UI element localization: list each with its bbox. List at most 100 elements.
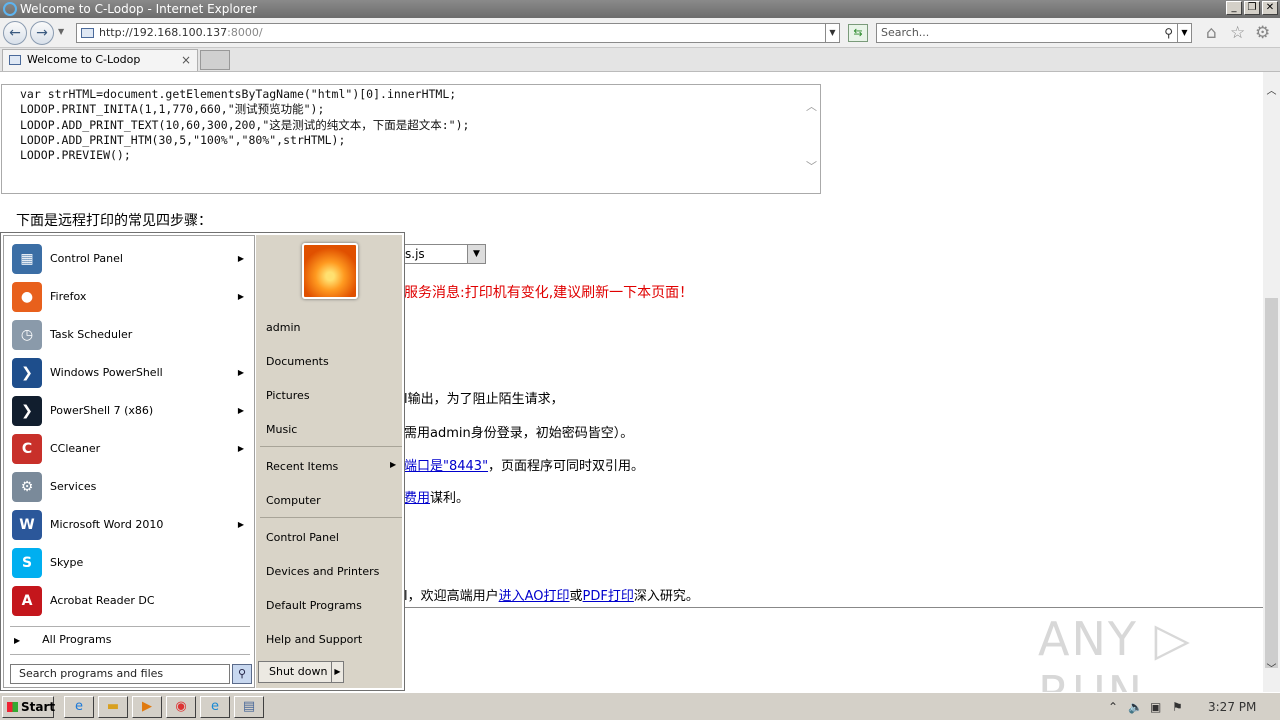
start-menu-item[interactable]: ❯ PowerShell 7 (x86) ▶ [8, 393, 252, 429]
scroll-down-icon[interactable]: ﹀ [1263, 662, 1280, 678]
search-placeholder: Search... [881, 26, 930, 39]
documents-item[interactable]: Documents [266, 355, 329, 368]
url-port: :8000/ [227, 26, 263, 39]
code-textarea[interactable]: var strHTML=document.getElementsByTagNam… [1, 84, 821, 194]
step-text: 深入研究。 [633, 589, 699, 604]
shutdown-label: Shut down [269, 665, 328, 678]
control-panel-item[interactable]: Control Panel [266, 531, 339, 544]
code-line: LODOP.ADD_PRINT_TEXT(10,60,300,200,"这是测试… [20, 117, 470, 132]
user-avatar[interactable] [302, 243, 358, 299]
start-menu-programs: ▦ Control Panel ▶ ● Firefox ▶ ◷ Task Scheduler ❯… [3, 235, 255, 688]
start-menu-item-label: Task Scheduler [50, 328, 133, 341]
address-dropdown-icon[interactable]: ▼ [825, 24, 839, 42]
search-box[interactable]: Search... ⚲ ▼ [876, 23, 1192, 43]
help-support-item[interactable]: Help and Support [266, 633, 362, 646]
start-menu-item-label: Acrobat Reader DC [50, 594, 155, 607]
code-line: LODOP.PREVIEW(); [20, 148, 131, 163]
start-menu-item[interactable]: ⚙ Services [8, 469, 252, 505]
home-icon[interactable]: ⌂ [1206, 24, 1217, 42]
code-scrollbar[interactable]: ︿ ﹀ [803, 85, 820, 193]
action-center-flag-icon[interactable]: ⚑ [1172, 696, 1183, 718]
forward-button[interactable]: → [30, 21, 54, 45]
recent-items-label: Recent Items [266, 460, 339, 473]
start-menu-item-label: Services [50, 480, 97, 493]
start-menu-item[interactable]: C CCleaner ▶ [8, 431, 252, 467]
system-tray: ⌃ 🔈 ▣ ⚑ 3:27 PM [1100, 696, 1280, 718]
tab-close-icon[interactable]: × [181, 50, 191, 70]
lodop-printer-icon[interactable]: ▤ [234, 696, 264, 718]
close-button[interactable]: ✕ [1262, 1, 1278, 15]
minimize-button[interactable]: _ [1226, 1, 1242, 15]
acrobat-icon: A [12, 586, 42, 616]
ccleaner-icon: C [12, 434, 42, 464]
services-gear-icon: ⚙ [12, 472, 42, 502]
step-text: 谋利。 [430, 491, 470, 506]
control-panel-icon: ▦ [12, 244, 42, 274]
start-menu-item[interactable]: ▦ Control Panel ▶ [8, 241, 252, 277]
script-select[interactable]: s.js ▼ [400, 244, 486, 264]
start-menu-item[interactable]: ● Firefox ▶ [8, 279, 252, 315]
port-link[interactable]: 端口是"8443" [404, 459, 488, 474]
page-scrollbar[interactable]: ︿ ﹀ [1263, 72, 1280, 692]
start-menu-item[interactable]: W Microsoft Word 2010 ▶ [8, 507, 252, 543]
page-icon [9, 55, 21, 65]
title-bar: Welcome to C-Lodop - Internet Explorer _… [0, 0, 1280, 18]
start-menu-item[interactable]: ◷ Task Scheduler [8, 317, 252, 353]
powershell-icon: ❯ [12, 358, 42, 388]
code-line: LODOP.PRINT_INITA(1,1,770,660,"测试预览功能"); [20, 102, 325, 117]
restore-button[interactable]: ❐ [1244, 1, 1260, 15]
music-item[interactable]: Music [266, 423, 297, 436]
chevron-down-icon[interactable]: ▼ [467, 245, 485, 263]
recent-items-item[interactable]: Recent Items ▶ [266, 460, 396, 473]
start-menu-item[interactable]: ❯ Windows PowerShell ▶ [8, 355, 252, 391]
volume-icon[interactable]: 🔈 [1128, 696, 1143, 718]
star-icon[interactable]: ☆ [1230, 24, 1245, 42]
chrome-icon[interactable]: ◉ [166, 696, 196, 718]
history-dropdown-icon[interactable]: ▼ [58, 27, 64, 36]
divider [10, 626, 250, 627]
shutdown-options-icon[interactable]: ▶ [331, 662, 343, 682]
service-warning: 服务消息:打印机有变化,建议刷新一下本页面！ [404, 285, 694, 301]
address-bar[interactable]: http://192.168.100.137:8000/ ▼ [76, 23, 840, 43]
user-folder-item[interactable]: admin [266, 321, 300, 334]
tab-welcome[interactable]: Welcome to C-Lodop × [2, 49, 198, 71]
search-icon[interactable]: ⚲ [232, 664, 252, 684]
start-menu-item[interactable]: A Acrobat Reader DC [8, 583, 252, 619]
search-dropdown-icon[interactable]: ▼ [1177, 24, 1191, 42]
step-line: l输出，为了阻止陌生请求， [404, 392, 564, 407]
explorer-folder-icon[interactable]: ▬ [98, 696, 128, 718]
clock[interactable]: 3:27 PM [1208, 696, 1256, 718]
scroll-up-icon[interactable]: ︿ [806, 99, 817, 114]
computer-item[interactable]: Computer [266, 494, 321, 507]
submenu-arrow-icon: ▶ [237, 406, 244, 415]
pictures-item[interactable]: Pictures [266, 389, 310, 402]
edge-icon[interactable]: e [200, 696, 230, 718]
code-line: LODOP.ADD_PRINT_HTM(30,5,"100%","80%",st… [20, 132, 346, 147]
back-button[interactable]: ← [3, 21, 27, 45]
fee-link[interactable]: 费用 [404, 491, 430, 506]
devices-printers-item[interactable]: Devices and Printers [266, 565, 379, 578]
skype-icon: S [12, 548, 42, 578]
new-tab-button[interactable] [200, 50, 230, 70]
ao-print-link[interactable]: 进入AO打印 [499, 589, 570, 604]
scroll-up-icon[interactable]: ︿ [1263, 84, 1280, 100]
scroll-thumb[interactable] [1265, 298, 1278, 668]
network-icon[interactable]: ▣ [1150, 696, 1161, 718]
gear-icon[interactable]: ⚙ [1255, 24, 1270, 42]
start-button[interactable]: Start [2, 696, 55, 718]
ie-taskbar-icon[interactable]: e [64, 696, 94, 718]
scroll-down-icon[interactable]: ﹀ [806, 159, 817, 174]
shutdown-button[interactable]: Shut down ▶ [258, 661, 344, 683]
code-line: var strHTML=document.getElementsByTagNam… [20, 87, 457, 101]
start-menu-item[interactable]: S Skype [8, 545, 252, 581]
default-programs-item[interactable]: Default Programs [266, 599, 362, 612]
refresh-button[interactable]: ⇆ [848, 24, 868, 42]
show-hidden-icons-icon[interactable]: ⌃ [1108, 696, 1118, 718]
start-menu-places: admin Documents Pictures Music Recent It… [256, 235, 402, 688]
search-icon[interactable]: ⚲ [1164, 24, 1173, 42]
media-player-icon[interactable]: ▶ [132, 696, 162, 718]
start-search-input[interactable]: Search programs and files [10, 664, 230, 684]
pdf-print-link[interactable]: PDF打印 [583, 589, 634, 604]
all-programs-item[interactable]: ▶ All Programs [14, 633, 111, 646]
submenu-arrow-icon: ▶ [237, 254, 244, 263]
